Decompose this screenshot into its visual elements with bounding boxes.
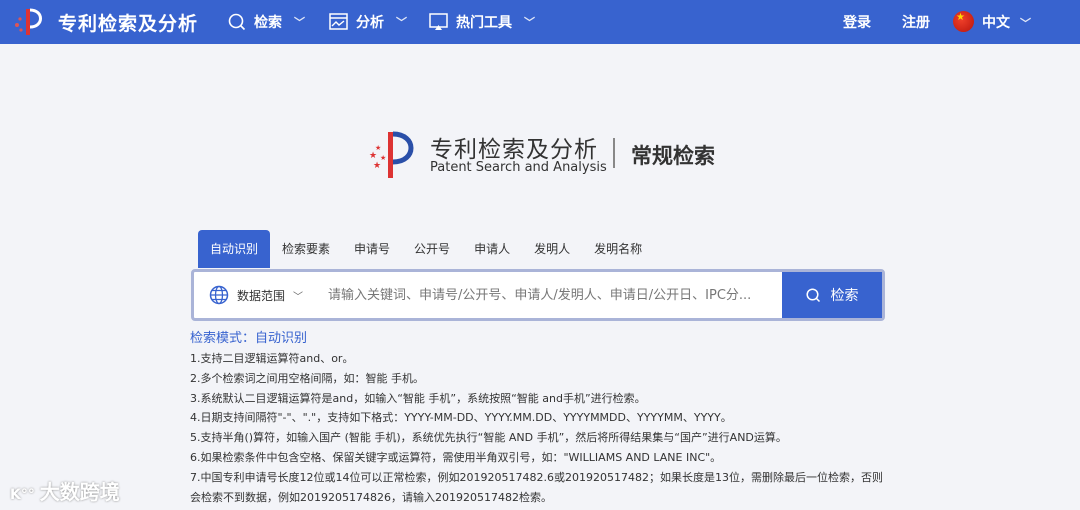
top-nav-bar: 专利检索及分析 检索 ﹀ 分析 ﹀ 热门工具 ﹀ 登录 注册 中文 ﹀ [0,0,1080,44]
tab-auto-detect[interactable]: 自动识别 [198,230,271,268]
divider [613,138,615,168]
scope-label: 数据范围 [237,288,286,303]
hero-logo: ★ ★ ★ ★ 专利检索及分析 Patent Search and Analysis … [365,128,735,188]
chevron-down-icon: ﹀ [1020,17,1031,30]
search-type-tabs: 自动识别 检索要素 申请号 公开号 申请人 发明人 发明名称 [198,230,654,268]
nav-label: 分析 [356,15,384,31]
svg-text:★: ★ [369,151,377,161]
tab-application-number[interactable]: 申请号 [342,230,402,268]
tip-item: 6.如果检索条件中包含空格、保留关键字或运算符，需使用半角双引号，如："WILL… [190,450,722,464]
nav-tools[interactable]: 热门工具 ﹀ [429,12,535,32]
search-icon [228,13,246,31]
chevron-down-icon: ﹀ [524,16,535,29]
nav-label: 检索 [254,15,282,31]
watermark-logo-icon: K°° [10,487,40,503]
language-select[interactable]: 中文 ﹀ [982,12,1031,32]
tip-item: 2.多个检索词之间用空格间隔，如：智能 手机。 [190,371,424,385]
china-flag-icon[interactable] [953,11,974,32]
tab-search-elements[interactable]: 检索要素 [270,230,342,268]
svg-text:★: ★ [380,154,386,162]
tip-item: 5.支持半角()算符，如输入国产 (智能 手机)，系统优先执行“智能 AND 手… [190,431,787,445]
chart-icon [329,13,348,30]
hero-title-cn: 专利检索及分析 [430,137,598,163]
hero-title-en: Patent Search and Analysis [430,160,607,175]
brand-title[interactable]: 专利检索及分析 [58,9,198,36]
search-mode: 检索模式：自动识别 [190,331,308,346]
data-scope-dropdown[interactable]: 数据范围 ﹀ [194,272,314,318]
chevron-down-icon: ﹀ [293,291,304,303]
nav-search[interactable]: 检索 ﹀ [228,12,305,32]
tab-applicant[interactable]: 申请人 [462,230,522,268]
nav-analysis[interactable]: 分析 ﹀ [329,12,407,32]
nav-label: 热门工具 [456,15,512,31]
watermark: K°° 大数跨境 [10,476,120,505]
hero-subtitle: 常规检索 [631,144,715,168]
globe-icon [209,285,229,305]
login-link[interactable]: 登录 [843,12,871,32]
svg-text:★: ★ [373,161,381,171]
chevron-down-icon: ﹀ [294,16,305,29]
tip-item: 3.系统默认二目逻辑运算符是and，如输入“智能 手机”，系统按照“智能 and… [190,391,646,405]
tip-item: 1.支持二目逻辑运算符and、or。 [190,352,354,365]
search-button[interactable]: 检索 [782,272,882,318]
monitor-icon [429,13,448,30]
chevron-down-icon: ﹀ [396,16,407,29]
register-link[interactable]: 注册 [902,12,930,32]
svg-text:★: ★ [375,144,381,152]
language-label: 中文 [982,15,1010,31]
logo-icon[interactable] [12,7,48,37]
search-icon [805,287,820,302]
watermark-text: 大数跨境 [39,480,120,504]
tab-publication-number[interactable]: 公开号 [402,230,462,268]
search-tips: 1.支持二目逻辑运算符and、or。 2.多个检索词之间用空格间隔，如：智能 手… [190,349,890,507]
tab-inventor[interactable]: 发明人 [522,230,582,268]
search-box: 数据范围 ﹀ 检索 [191,269,885,321]
tip-item: 4.日期支持间隔符"-"、"."，支持如下格式：YYYY-MM-DD、YYYY.… [190,411,732,425]
tab-invention-title[interactable]: 发明名称 [582,230,654,268]
patent-logo-icon: ★★★★ [369,131,414,178]
tip-item: 7.中国专利申请号长度12位或14位可以正常检索，例如201920517482.… [190,470,883,504]
search-button-label: 检索 [830,288,859,304]
search-input[interactable] [314,272,782,318]
